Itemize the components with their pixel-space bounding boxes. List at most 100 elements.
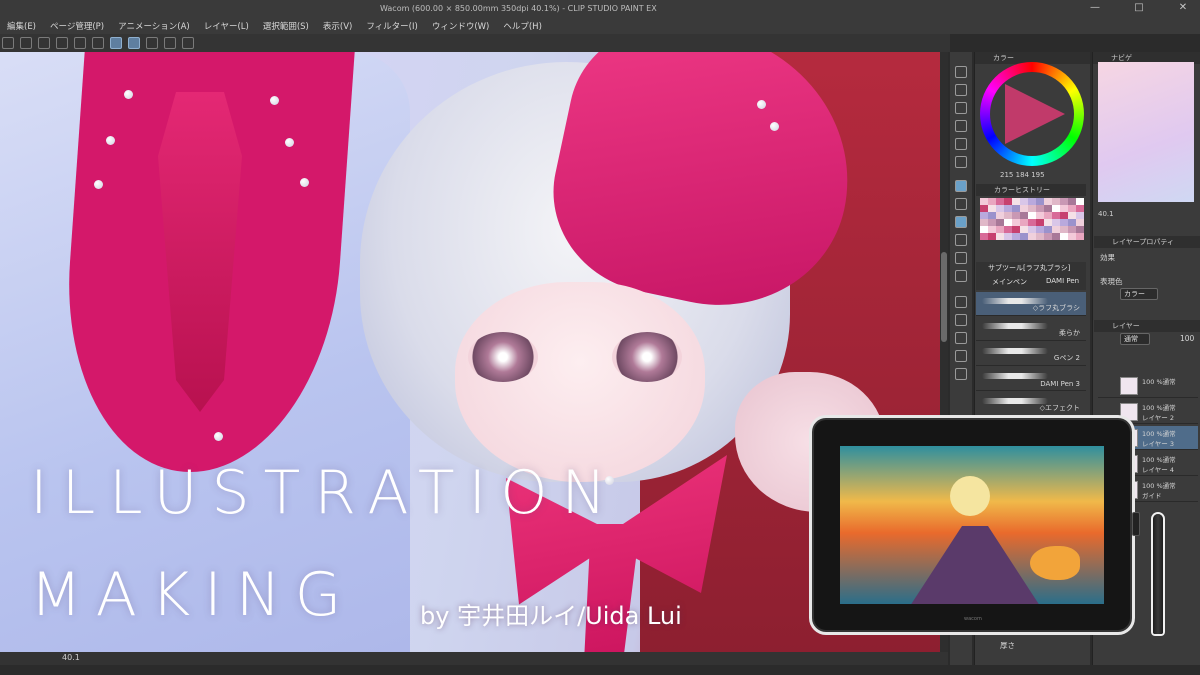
color-swatch[interactable] [1044,226,1052,233]
menu-help[interactable]: ヘルプ(H) [496,20,549,32]
color-swatch[interactable] [1028,198,1036,205]
color-swatch[interactable] [988,226,996,233]
brush-tool-icon[interactable] [955,216,967,228]
layer-row[interactable]: 100 %通常 [1098,374,1198,398]
color-swatch[interactable] [1020,198,1028,205]
eraser-tool-icon[interactable] [955,198,967,210]
color-swatch[interactable] [1004,233,1012,240]
color-swatch[interactable] [1076,205,1084,212]
color-swatch[interactable] [1020,233,1028,240]
color-swatch[interactable] [1044,233,1052,240]
brush-item[interactable]: ◇ラフ丸ブラシ [976,292,1086,316]
layer-opacity[interactable]: 100 [1180,334,1194,343]
color-swatch[interactable] [1004,205,1012,212]
color-swatch[interactable] [1068,219,1076,226]
rotate-icon[interactable] [164,37,176,49]
color-swatch[interactable] [1052,198,1060,205]
minimize-button[interactable]: — [1088,2,1102,13]
menu-selection[interactable]: 選択範囲(S) [256,20,316,32]
drawing-canvas[interactable]: ILLUSTRATION MAKING by 宇井田ルイ/Uida Lui [0,52,948,652]
color-swatch[interactable] [1060,198,1068,205]
menu-animation[interactable]: アニメーション(A) [111,20,197,32]
color-swatch[interactable] [1036,198,1044,205]
color-swatch[interactable] [1044,205,1052,212]
gradient-tool-icon[interactable] [955,270,967,282]
redo-icon[interactable] [20,37,32,49]
text-tool-icon[interactable] [955,314,967,326]
color-swatch[interactable] [980,212,988,219]
color-swatch[interactable] [1028,219,1036,226]
color-swatch[interactable] [1036,205,1044,212]
brush-item[interactable]: ◇エフェクト [976,392,1086,416]
color-swatch[interactable] [1012,205,1020,212]
color-swatch[interactable] [996,219,1004,226]
color-swatch[interactable] [980,226,988,233]
navigator-thumbnail[interactable] [1098,62,1194,202]
color-history-tab[interactable]: カラーヒストリー [976,184,1086,196]
color-history-swatches[interactable] [980,198,1084,240]
color-swatch[interactable] [1076,219,1084,226]
color-swatch[interactable] [1068,198,1076,205]
menu-edit[interactable]: 編集(E) [0,20,43,32]
menu-view[interactable]: 表示(V) [316,20,359,32]
color-swatch[interactable] [1028,212,1036,219]
color-swatch[interactable] [1052,226,1060,233]
color-swatch[interactable] [1036,233,1044,240]
color-swatch[interactable] [996,233,1004,240]
color-swatch[interactable] [980,198,988,205]
menu-filter[interactable]: フィルター(I) [359,20,424,32]
color-swatch[interactable] [996,212,1004,219]
color-swatch[interactable] [1012,233,1020,240]
color-swatch[interactable] [988,233,996,240]
color-swatch[interactable] [1036,212,1044,219]
line-tool-icon[interactable] [955,350,967,362]
color-swatch[interactable] [1036,219,1044,226]
brush-item[interactable]: 柔らか [976,317,1086,341]
navigator-zoom[interactable]: 40.1 [1098,210,1114,218]
color-swatch[interactable] [1060,219,1068,226]
color-swatch[interactable] [996,198,1004,205]
color-swatch[interactable] [1068,205,1076,212]
color-swatch[interactable] [1028,233,1036,240]
color-triangle[interactable] [1005,84,1065,144]
fill-tool-icon[interactable] [955,252,967,264]
color-swatch[interactable] [1044,198,1052,205]
snap-guide-icon[interactable] [128,37,140,49]
color-swatch[interactable] [996,205,1004,212]
hand-tool-icon[interactable] [955,84,967,96]
undo-icon[interactable] [2,37,14,49]
zoom-icon[interactable] [182,37,194,49]
damipen-tab[interactable]: DAMI Pen [1046,277,1079,285]
color-swatch[interactable] [1052,212,1060,219]
color-swatch[interactable] [980,219,988,226]
color-swatch[interactable] [1020,226,1028,233]
color-swatch[interactable] [996,226,1004,233]
color-swatch[interactable] [1060,205,1068,212]
color-swatch[interactable] [1060,212,1068,219]
color-swatch[interactable] [1012,198,1020,205]
color-swatch[interactable] [1044,212,1052,219]
color-swatch[interactable] [1012,219,1020,226]
blend-mode-select[interactable]: 通常 [1120,333,1150,345]
expression-color-select[interactable]: カラー [1120,288,1158,300]
color-swatch[interactable] [1020,205,1028,212]
color-swatch[interactable] [1068,212,1076,219]
color-swatch[interactable] [988,212,996,219]
color-swatch[interactable] [1068,226,1076,233]
color-swatch[interactable] [1036,226,1044,233]
color-swatch[interactable] [1012,212,1020,219]
ruler-tool-icon[interactable] [955,368,967,380]
color-swatch[interactable] [1020,212,1028,219]
color-swatch[interactable] [1052,233,1060,240]
wand-tool-icon[interactable] [955,138,967,150]
snap-ruler-icon[interactable] [110,37,122,49]
color-swatch[interactable] [988,198,996,205]
close-button[interactable]: ✕ [1176,2,1190,13]
color-swatch[interactable] [1020,219,1028,226]
eyedropper-tool-icon[interactable] [955,156,967,168]
brush-item[interactable]: Gペン 2 [976,342,1086,366]
color-swatch[interactable] [980,205,988,212]
color-swatch[interactable] [1028,226,1036,233]
maximize-button[interactable]: □ [1132,2,1146,13]
brush-item[interactable]: DAMI Pen 3 [976,367,1086,391]
